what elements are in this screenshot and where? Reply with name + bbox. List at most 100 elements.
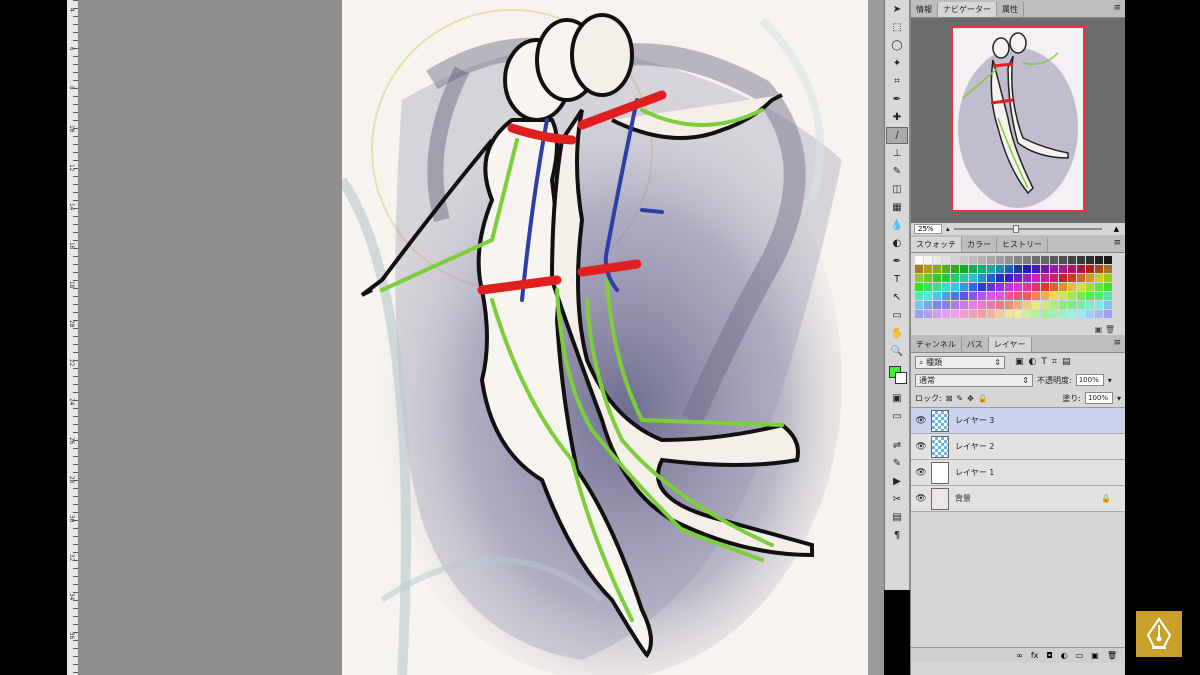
color-swatch[interactable] <box>924 265 932 273</box>
color-swatch[interactable] <box>951 274 959 282</box>
layer-row[interactable]: 👁 レイヤー 1 <box>911 460 1125 486</box>
color-swatch[interactable] <box>1014 274 1022 282</box>
color-swatch[interactable] <box>942 292 950 300</box>
lock-transparent-icon[interactable]: ⊠ <box>946 394 953 403</box>
color-swatch[interactable] <box>1041 292 1049 300</box>
layer-name[interactable]: レイヤー 3 <box>955 415 994 426</box>
color-swatch[interactable] <box>969 310 977 318</box>
new-group-icon[interactable]: ▭ <box>1076 651 1084 660</box>
color-swatch[interactable] <box>1023 256 1031 264</box>
tab-properties[interactable]: 属性 <box>997 2 1024 17</box>
color-swatch[interactable] <box>915 283 923 291</box>
color-swatch[interactable] <box>960 265 968 273</box>
spot-heal-icon[interactable]: ✚ <box>886 109 908 126</box>
color-swatch[interactable] <box>978 283 986 291</box>
marquee-icon[interactable]: ⬚ <box>886 19 908 36</box>
tab-history[interactable]: ヒストリー <box>997 237 1048 252</box>
color-swatch[interactable] <box>915 310 923 318</box>
notes-icon[interactable]: ▤ <box>886 509 908 526</box>
dodge-icon[interactable]: ◐ <box>886 235 908 252</box>
color-swatch[interactable] <box>933 256 941 264</box>
color-swatch[interactable] <box>1086 301 1094 309</box>
lasso-icon[interactable]: ◯ <box>886 37 908 54</box>
color-swatch[interactable] <box>1077 256 1085 264</box>
lock-all-icon[interactable]: 🔒 <box>978 394 988 403</box>
color-swatch[interactable] <box>969 292 977 300</box>
color-swatch[interactable] <box>969 283 977 291</box>
color-swatch[interactable] <box>969 265 977 273</box>
color-swatch[interactable] <box>996 292 1004 300</box>
color-swatch[interactable] <box>924 256 932 264</box>
color-swatch[interactable] <box>1005 292 1013 300</box>
color-swatch[interactable] <box>933 310 941 318</box>
brush-presets-icon[interactable]: ✎ <box>886 455 908 472</box>
color-swatch[interactable] <box>1086 292 1094 300</box>
color-swatch[interactable] <box>1104 265 1112 273</box>
color-swatch[interactable] <box>1068 292 1076 300</box>
color-swatch[interactable] <box>915 256 923 264</box>
color-swatch[interactable] <box>1068 274 1076 282</box>
tab-info[interactable]: 情報 <box>911 2 938 17</box>
opacity-input[interactable]: 100% <box>1075 374 1104 386</box>
tab-navigator[interactable]: ナビゲーター <box>938 2 997 17</box>
color-swatch[interactable] <box>996 283 1004 291</box>
color-swatch[interactable] <box>978 265 986 273</box>
color-swatch[interactable] <box>951 265 959 273</box>
color-swatch[interactable] <box>996 274 1004 282</box>
layer-row[interactable]: 👁 レイヤー 3 <box>911 408 1125 434</box>
color-swatch[interactable] <box>1077 301 1085 309</box>
color-swatch[interactable] <box>996 310 1004 318</box>
color-swatch[interactable] <box>1023 292 1031 300</box>
color-swatch[interactable] <box>987 265 995 273</box>
color-swatch[interactable] <box>942 283 950 291</box>
color-swatch[interactable] <box>987 310 995 318</box>
add-mask-icon[interactable]: ◘ <box>1046 651 1052 660</box>
zoom-slider-knob[interactable] <box>1012 225 1019 233</box>
color-swatch[interactable] <box>1023 301 1031 309</box>
color-swatch[interactable] <box>1095 274 1103 282</box>
color-swatch[interactable] <box>1068 256 1076 264</box>
new-swatch-icon[interactable]: ▣ <box>1095 325 1103 334</box>
lock-position-icon[interactable]: ✥ <box>967 394 974 403</box>
color-swatch[interactable] <box>987 292 995 300</box>
color-swatch[interactable] <box>1032 283 1040 291</box>
color-swatch[interactable] <box>942 310 950 318</box>
color-swatch[interactable] <box>1104 274 1112 282</box>
color-swatch[interactable] <box>1068 283 1076 291</box>
link-layers-icon[interactable]: ∞ <box>1016 651 1023 660</box>
color-swatch[interactable] <box>978 274 986 282</box>
color-swatch[interactable] <box>1014 283 1022 291</box>
color-swatch[interactable] <box>1005 301 1013 309</box>
color-swatch[interactable] <box>1050 274 1058 282</box>
color-swatch[interactable] <box>1059 256 1067 264</box>
tab-paths[interactable]: パス <box>962 337 989 352</box>
color-swatch[interactable] <box>1077 292 1085 300</box>
color-swatch[interactable] <box>1032 265 1040 273</box>
color-swatch[interactable] <box>960 301 968 309</box>
opacity-chevron-icon[interactable]: ▾ <box>1108 376 1112 385</box>
color-swatch[interactable] <box>1014 292 1022 300</box>
color-swatch[interactable] <box>1059 265 1067 273</box>
color-swatch[interactable] <box>1032 274 1040 282</box>
color-swatches[interactable] <box>887 364 907 386</box>
blend-mode-dropdown[interactable]: 通常 ⇕ <box>915 373 1033 387</box>
color-swatch[interactable] <box>1041 274 1049 282</box>
color-swatch[interactable] <box>1095 292 1103 300</box>
color-swatch[interactable] <box>951 292 959 300</box>
color-swatch[interactable] <box>1032 256 1040 264</box>
color-swatch[interactable] <box>1095 256 1103 264</box>
color-swatch[interactable] <box>1068 301 1076 309</box>
color-swatch[interactable] <box>1023 310 1031 318</box>
color-swatch[interactable] <box>987 274 995 282</box>
color-swatch[interactable] <box>1005 310 1013 318</box>
color-swatch[interactable] <box>1104 310 1112 318</box>
document-canvas[interactable] <box>342 0 868 675</box>
color-swatch[interactable] <box>1059 292 1067 300</box>
color-swatch[interactable] <box>1050 256 1058 264</box>
blur-icon[interactable]: 💧 <box>886 217 908 234</box>
color-swatch[interactable] <box>1014 310 1022 318</box>
color-swatch[interactable] <box>1059 301 1067 309</box>
color-swatch[interactable] <box>915 301 923 309</box>
color-swatch[interactable] <box>1014 265 1022 273</box>
color-swatch[interactable] <box>1095 301 1103 309</box>
